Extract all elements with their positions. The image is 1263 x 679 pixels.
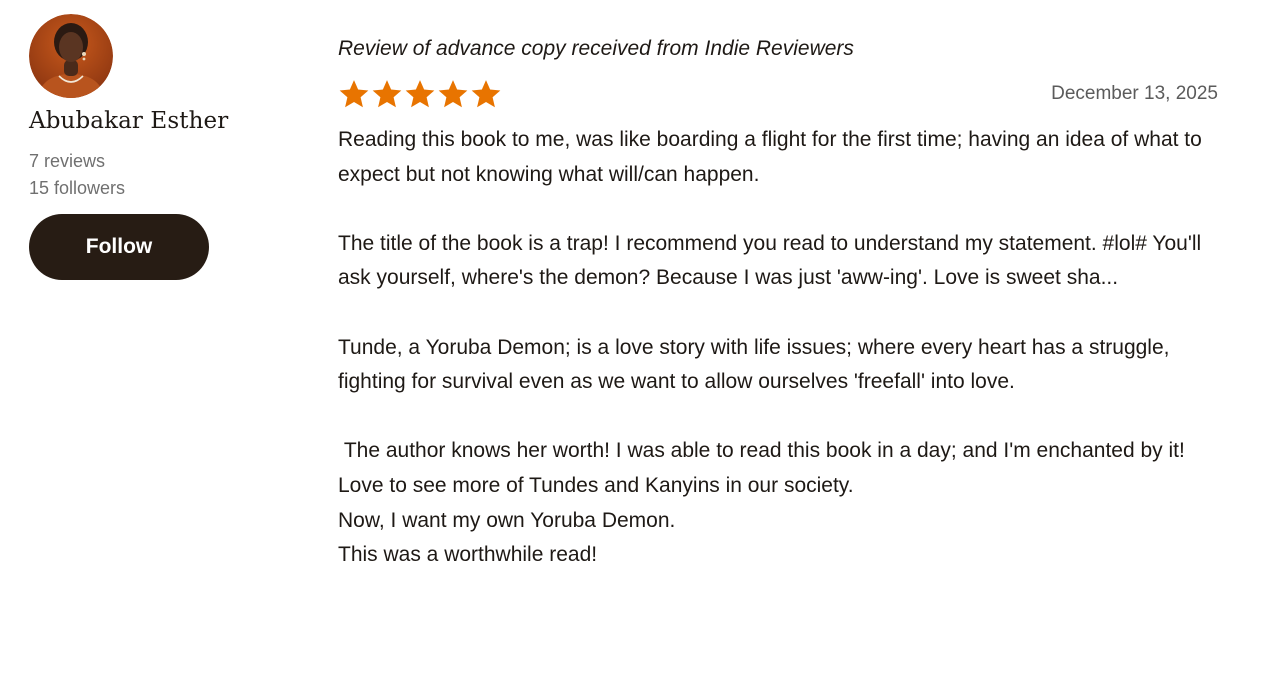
reviewer-name[interactable]: Abubakar Esther (29, 108, 289, 134)
star-icon (405, 80, 435, 108)
star-icon (339, 80, 369, 108)
rating-row: December 13, 2025 (338, 78, 1218, 110)
review-line: Tunde, a Yoruba Demon; is a love story w… (338, 335, 1176, 394)
star-icon (438, 80, 468, 108)
reviews-count[interactable]: 7 reviews (29, 148, 289, 175)
review-line: Love to see more of Tundes and Kanyins i… (338, 473, 854, 497)
review-line: This was a worthwhile read! (338, 543, 598, 567)
reviewer-avatar[interactable] (29, 14, 113, 98)
review-line: Reading this book to me, was like boardi… (338, 128, 1208, 186)
review-text: Reading this book to me, was like boardi… (338, 123, 1218, 573)
reviewer-stats: 7 reviews 15 followers (29, 148, 289, 202)
review-line: The title of the book is a trap! I recom… (338, 231, 1208, 290)
review-card: Abubakar Esther 7 reviews 15 followers F… (0, 0, 1263, 679)
reviewer-panel: Abubakar Esther 7 reviews 15 followers F… (29, 14, 289, 280)
star-icon (372, 80, 402, 108)
review-line: The author knows her worth! I was able t… (338, 439, 1185, 463)
star-icon (471, 80, 501, 108)
follow-button[interactable]: Follow (29, 214, 209, 280)
star-rating (338, 78, 502, 110)
review-date[interactable]: December 13, 2025 (1051, 83, 1218, 105)
review-line: Now, I want my own Yoruba Demon. (338, 508, 676, 532)
review-source-note: Review of advance copy received from Ind… (338, 37, 854, 60)
followers-count[interactable]: 15 followers (29, 175, 289, 202)
review-body: Review of advance copy received from Ind… (338, 34, 1218, 573)
